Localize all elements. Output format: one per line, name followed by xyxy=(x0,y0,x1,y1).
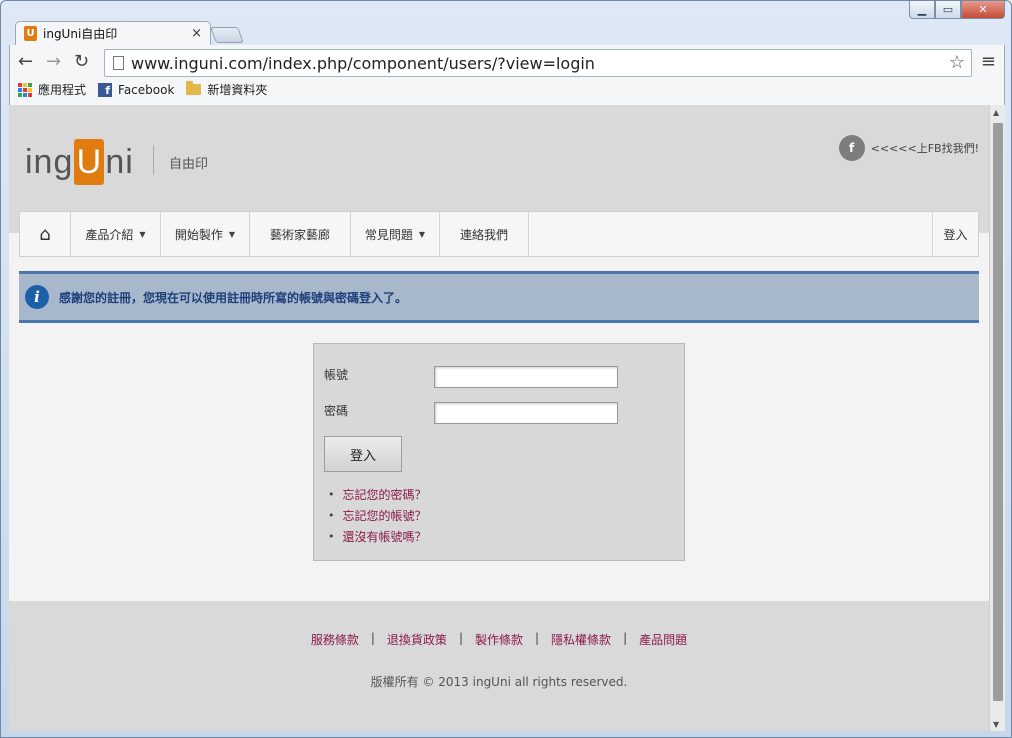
nav-label: 連絡我們 xyxy=(459,227,508,242)
logo-divider xyxy=(153,145,154,175)
footer-link-production[interactable]: 製作條款 xyxy=(463,631,535,648)
footer-link-product-issues[interactable]: 產品問題 xyxy=(627,631,699,648)
nav-label: 藝術家藝廊 xyxy=(269,227,330,242)
username-label: 帳號 xyxy=(324,368,349,382)
url-text: www.inguni.com/index.php/component/users… xyxy=(131,53,595,73)
menu-icon[interactable]: ≡ xyxy=(981,51,996,72)
bookmark-apps[interactable]: 應用程式 xyxy=(18,81,86,98)
page-viewport: ing Uni 自由印 f <<<<<上FB找我們! ⌂ 產品介紹 ▼ 開始製作 ▼ … xyxy=(9,105,989,731)
username-input[interactable] xyxy=(434,366,618,388)
nav-label: 常見問題 xyxy=(364,227,413,242)
back-arrow-icon[interactable]: ← xyxy=(18,51,33,72)
bookmark-star-icon[interactable]: ☆ xyxy=(949,52,965,73)
scroll-thumb[interactable] xyxy=(993,123,1003,701)
browser-tab[interactable]: U ingUni自由印 × xyxy=(15,21,211,45)
bookmark-facebook[interactable]: f Facebook xyxy=(98,82,175,97)
alert-message: 感謝您的註冊，您現在可以使用註冊時所寫的帳號與密碼登入了。 xyxy=(59,290,408,305)
maximize-button[interactable]: ▭ xyxy=(935,1,961,19)
footer-link-privacy[interactable]: 隱私權條款 xyxy=(539,631,623,648)
forgot-password-link[interactable]: 忘記您的密碼？ xyxy=(328,484,427,505)
scroll-up-icon[interactable]: ▲ xyxy=(993,108,999,117)
new-tab-button[interactable] xyxy=(210,27,244,43)
logo-highlight: U xyxy=(74,139,105,185)
footer-link-terms[interactable]: 服務條款 xyxy=(299,631,371,648)
forgot-username-link[interactable]: 忘記您的帳號？ xyxy=(328,505,427,526)
nav-item-gallery[interactable]: 藝術家藝廊 xyxy=(250,212,351,256)
register-link[interactable]: 還沒有帳號嗎？ xyxy=(328,526,427,547)
copyright-text: 版權所有 © 2013 ingUni all rights reserved. xyxy=(370,675,628,689)
info-alert: i 感謝您的註冊，您現在可以使用註冊時所寫的帳號與密碼登入了。 xyxy=(19,271,979,323)
login-button[interactable]: 登入 xyxy=(324,436,402,472)
login-form: 帳號 密碼 登入 忘記您的密碼？ 忘記您的帳號？ 還沒有帳號嗎？ xyxy=(313,343,685,561)
bookmark-label: Facebook xyxy=(118,82,175,97)
bookmark-label: 新增資料夾 xyxy=(207,83,268,97)
caret-down-icon: ▼ xyxy=(139,229,146,239)
browser-window: ▁ ▭ ✕ U ingUni自由印 × ← → ↻ www.inguni.com… xyxy=(0,0,1012,738)
logo-suffix: ni xyxy=(105,142,134,181)
nav-item-faq[interactable]: 常見問題 ▼ xyxy=(351,212,440,256)
address-bar[interactable]: www.inguni.com/index.php/component/users… xyxy=(104,49,972,77)
facebook-circle-icon: f xyxy=(838,135,865,161)
minimize-button[interactable]: ▁ xyxy=(909,1,935,19)
facebook-link-text: <<<<<上FB找我們! xyxy=(870,142,979,155)
forward-arrow-icon[interactable]: → xyxy=(46,51,61,72)
close-window-button[interactable]: ✕ xyxy=(961,1,1005,19)
nav-login[interactable]: 登入 xyxy=(932,212,978,256)
account-links: 忘記您的密碼？ 忘記您的帳號？ 還沒有帳號嗎？ xyxy=(328,484,427,547)
caret-down-icon: ▼ xyxy=(418,229,426,239)
home-icon: ⌂ xyxy=(39,223,51,245)
nav-item-products[interactable]: 產品介紹 ▼ xyxy=(71,212,161,256)
bookmark-label: 應用程式 xyxy=(38,83,87,97)
main-nav: ⌂ 產品介紹 ▼ 開始製作 ▼ 藝術家藝廊 常見問題 ▼ 連絡我們 登入 xyxy=(19,211,979,257)
window-controls: ▁ ▭ ✕ xyxy=(909,1,1005,19)
scroll-down-icon[interactable]: ▼ xyxy=(993,720,999,729)
password-input[interactable] xyxy=(434,402,618,424)
site-logo[interactable]: ing Uni xyxy=(25,139,134,185)
nav-item-contact[interactable]: 連絡我們 xyxy=(440,212,529,256)
facebook-link[interactable]: f <<<<<上FB找我們! xyxy=(838,135,979,161)
page-icon xyxy=(113,56,124,70)
bookmark-folder[interactable]: 新增資料夾 xyxy=(186,81,267,98)
site-tagline: 自由印 xyxy=(169,157,209,172)
browser-toolbar: ← → ↻ www.inguni.com/index.php/component… xyxy=(9,45,1005,105)
reload-icon[interactable]: ↻ xyxy=(74,51,89,72)
apps-icon xyxy=(18,82,32,97)
info-icon: i xyxy=(25,285,49,309)
footer-link-returns[interactable]: 退換貨政策 xyxy=(375,631,459,648)
nav-home[interactable]: ⌂ xyxy=(20,212,71,256)
bookmarks-bar: 應用程式 f Facebook 新增資料夾 xyxy=(18,81,279,98)
tab-close-icon[interactable]: × xyxy=(191,26,202,41)
footer-links: 服務條款 | 退換貨政策 | 製作條款 | 隱私權條款 | 產品問題 xyxy=(9,631,989,648)
password-label: 密碼 xyxy=(324,404,349,418)
vertical-scrollbar[interactable]: ▲ ▼ xyxy=(989,105,1005,731)
logo-prefix: ing xyxy=(25,142,74,181)
facebook-icon: f xyxy=(98,82,113,97)
tab-title: ingUni自由印 xyxy=(43,27,118,41)
folder-icon xyxy=(186,81,202,95)
caret-down-icon: ▼ xyxy=(228,229,236,239)
nav-label: 開始製作 xyxy=(174,227,223,242)
tab-favicon-icon: U xyxy=(24,26,37,41)
nav-item-start[interactable]: 開始製作 ▼ xyxy=(161,212,250,256)
nav-label: 產品介紹 xyxy=(85,227,134,242)
